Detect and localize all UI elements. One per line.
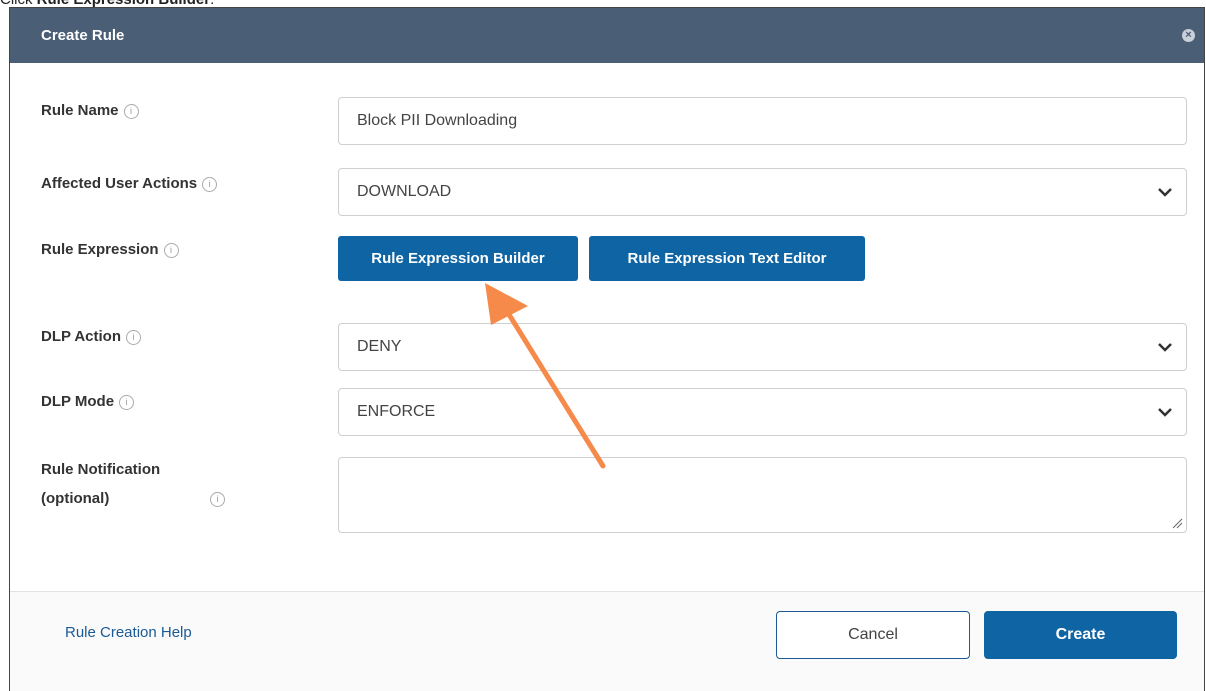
info-icon[interactable]: i (123, 104, 139, 119)
create-button[interactable]: Create (984, 611, 1177, 659)
dlp-mode-select[interactable]: ENFORCE (338, 388, 1187, 436)
rule-notification-label-line1: Rule Notification (41, 461, 161, 478)
instruction-caption: Click Rule Expression Builder. (0, 0, 214, 8)
dlp-mode-value: ENFORCE (357, 403, 436, 420)
info-icon[interactable]: i (119, 395, 135, 410)
rule-notification-textarea[interactable] (338, 457, 1187, 533)
dlp-action-select[interactable]: DENY (338, 323, 1187, 371)
chevron-down-icon (1158, 188, 1172, 197)
dlp-action-label: DLP Action i (41, 324, 142, 350)
affected-user-actions-label: Affected User Actions i (41, 171, 218, 197)
rule-name-input[interactable]: Block PII Downloading (338, 97, 1187, 145)
dialog-title: Create Rule (41, 27, 125, 44)
dlp-action-value: DENY (357, 338, 402, 355)
rule-expression-text-editor-button[interactable]: Rule Expression Text Editor (589, 236, 865, 281)
dlp-action-label-text: DLP Action (41, 328, 122, 345)
chevron-down-icon (1158, 408, 1172, 417)
rule-expression-builder-button[interactable]: Rule Expression Builder (338, 236, 578, 281)
resize-grip-icon[interactable] (1171, 517, 1183, 529)
rule-notification-optional-label: (optional) (41, 486, 109, 512)
dialog-titlebar: Create Rule × (10, 8, 1204, 63)
info-icon[interactable]: i (202, 177, 218, 192)
rule-name-label: Rule Name i (41, 98, 139, 124)
cancel-button[interactable]: Cancel (776, 611, 970, 659)
dlp-mode-label-text: DLP Mode (41, 393, 115, 410)
rule-name-label-text: Rule Name (41, 102, 119, 119)
close-icon[interactable]: × (1182, 29, 1195, 42)
affected-user-actions-value: DOWNLOAD (357, 183, 452, 200)
rule-name-value: Block PII Downloading (357, 112, 518, 129)
rule-expression-label-text: Rule Expression (41, 241, 159, 258)
rule-expression-label: Rule Expression i (41, 237, 179, 263)
affected-user-actions-label-text: Affected User Actions (41, 175, 198, 192)
create-rule-dialog: Create Rule × Rule Name i Block PII Downl… (9, 7, 1205, 691)
rule-creation-help-link[interactable]: Rule Creation Help (65, 624, 192, 641)
info-icon[interactable]: i (126, 330, 142, 345)
dlp-mode-label: DLP Mode i (41, 389, 135, 415)
info-icon[interactable]: i (210, 492, 225, 507)
rule-notification-label: Rule Notification (41, 457, 160, 483)
chevron-down-icon (1158, 343, 1172, 352)
info-icon[interactable]: i (163, 243, 179, 258)
affected-user-actions-select[interactable]: DOWNLOAD (338, 168, 1187, 216)
rule-notification-label-line2: (optional) (41, 490, 110, 507)
